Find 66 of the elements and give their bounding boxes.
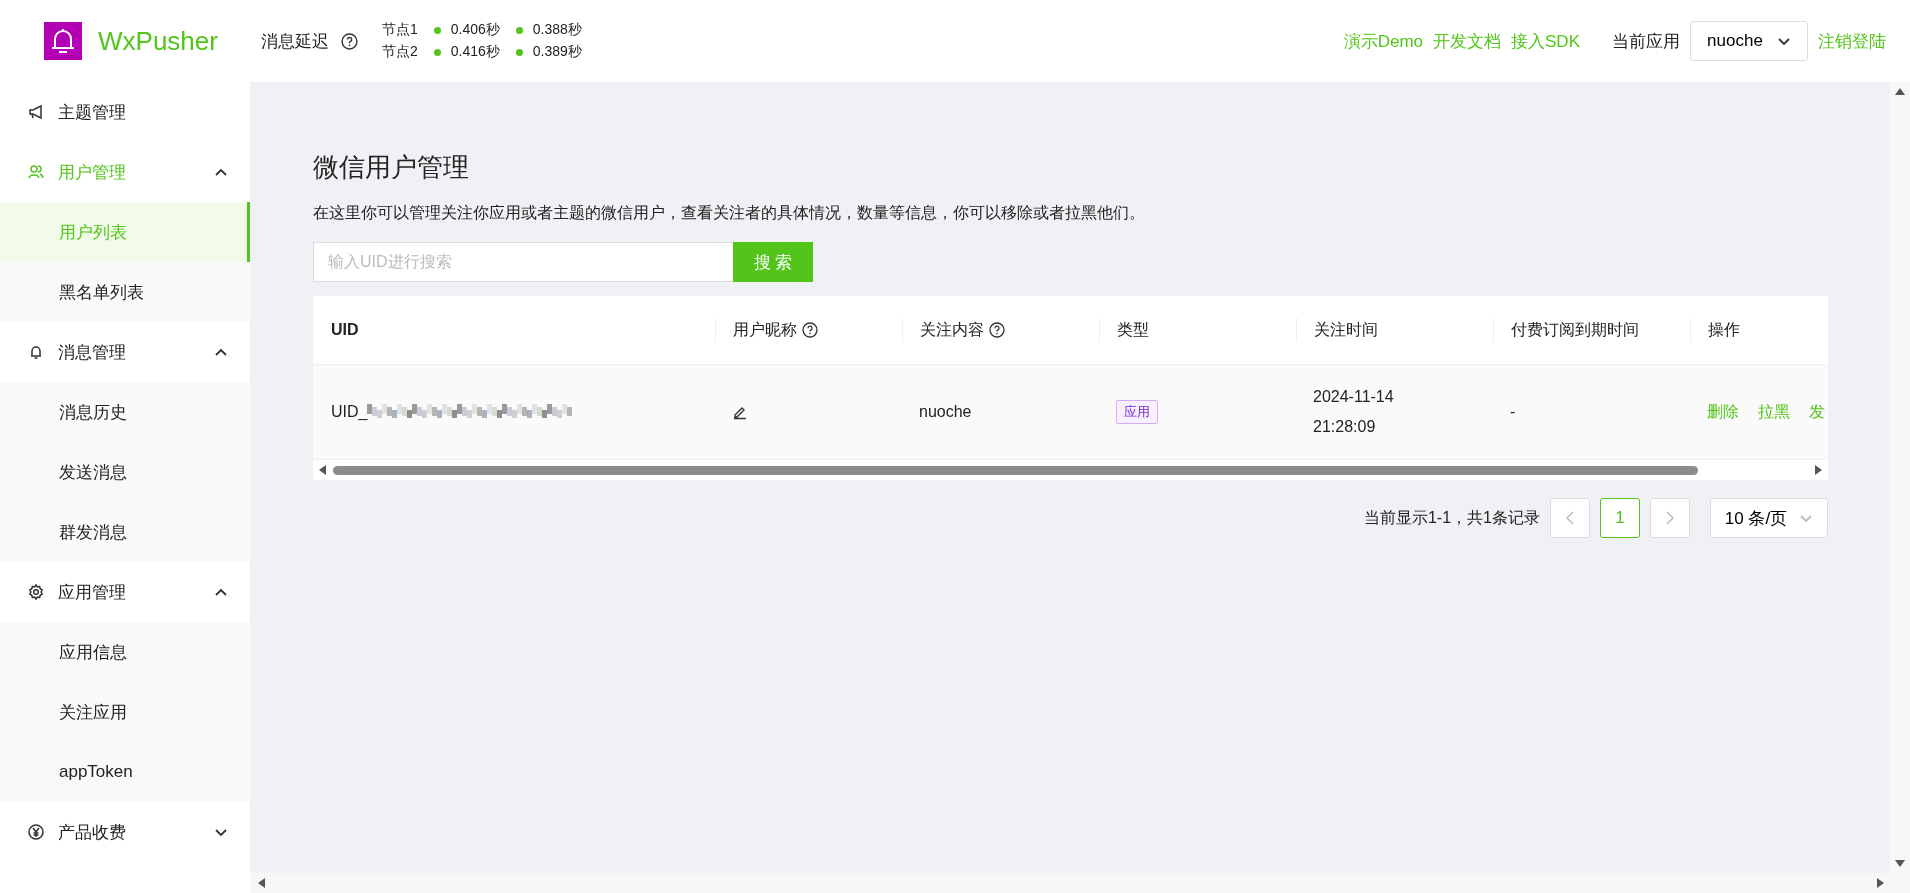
menu-label: 产品收费 [58,821,127,844]
arrow-left-icon[interactable] [319,465,327,475]
logo-icon [44,22,82,60]
yen-icon [28,824,44,840]
page-description: 在这里你可以管理关注你应用或者主题的微信用户，查看关注者的具体情况，数量等信息，你可以移除或者拉黑他们。 [313,203,1146,223]
page-title: 微信用户管理 [313,151,470,184]
logo-text: WxPusher [98,25,218,57]
latency-label: 消息延迟 [260,30,329,53]
status-dot [433,26,441,34]
latency-reading: 0.416秒 [450,43,500,61]
column-title: 关注时间 [1314,319,1378,340]
chevron-up-icon [214,347,228,357]
chevron-up-icon [214,167,228,177]
bell-icon [28,344,44,360]
arrow-right-icon[interactable] [1876,878,1884,888]
status-dot [515,26,523,34]
column-title: UID [331,321,359,339]
column-title: 操作 [1708,319,1740,340]
submenu-item[interactable]: 消息历史 [0,382,250,442]
chevron-up-icon [214,587,228,597]
chevron-left-icon [1565,511,1575,525]
arrow-left-icon[interactable] [258,878,266,888]
submenu-item[interactable]: 黑名单列表 [0,262,250,322]
submenu-item[interactable]: 发送消息 [0,442,250,502]
settings-icon [28,584,44,600]
column-title: 类型 [1117,319,1149,340]
column-title: 用户昵称 [733,319,797,340]
help-icon [340,32,358,50]
chevron-right-icon [1665,511,1675,525]
table-cell-text: - [1509,402,1517,422]
table-cell-text: nuoche [918,402,973,422]
uid-text: UID_ [331,403,368,421]
latency-reading: 0.389秒 [532,43,582,61]
menu-label: 应用管理 [58,581,127,604]
column-title: 关注内容 [920,319,984,340]
submenu-item[interactable]: 关注应用 [0,682,250,742]
app-select[interactable]: nuoche [1690,21,1808,61]
menu-label: 消息管理 [58,341,127,364]
column-title: 付费订阅到期时间 [1511,319,1639,340]
status-dot [515,48,523,56]
latency-reading: 0.388秒 [532,21,582,39]
arrow-up-icon[interactable] [1895,88,1905,96]
users-icon [28,164,44,180]
records-summary: 当前显示1-1，共1条记录 [1363,507,1540,528]
megaphone-icon [28,104,44,120]
node-name: 节点2 [381,43,418,61]
app-label: 当前应用 [1612,30,1680,53]
submenu-item[interactable]: appToken [0,742,250,802]
submenu-item[interactable]: 应用信息 [0,622,250,682]
menu-label: 主题管理 [58,101,127,124]
chevron-down-icon [214,827,228,837]
type-tag: 应用 [1116,400,1158,424]
table-cell-text: 2024-11-14 21:28:09 [1312,387,1395,437]
chevron-down-icon [1799,513,1814,523]
arrow-right-icon[interactable] [1814,465,1822,475]
arrow-down-icon[interactable] [1895,859,1905,867]
latency-reading: 0.406秒 [450,21,500,39]
page-horizontal-scrollbar[interactable] [250,873,1910,893]
chevron-down-icon [1776,36,1791,46]
vertical-scrollbar[interactable] [1890,82,1910,873]
submenu-item[interactable]: 群发消息 [0,502,250,562]
menu-label: 用户管理 [58,161,127,184]
search-field[interactable]: 输入UID进行搜索 [313,242,733,282]
node-name: 节点1 [381,21,418,39]
page-size-select[interactable]: 10 条/页 [1710,498,1828,538]
status-dot [433,48,441,56]
